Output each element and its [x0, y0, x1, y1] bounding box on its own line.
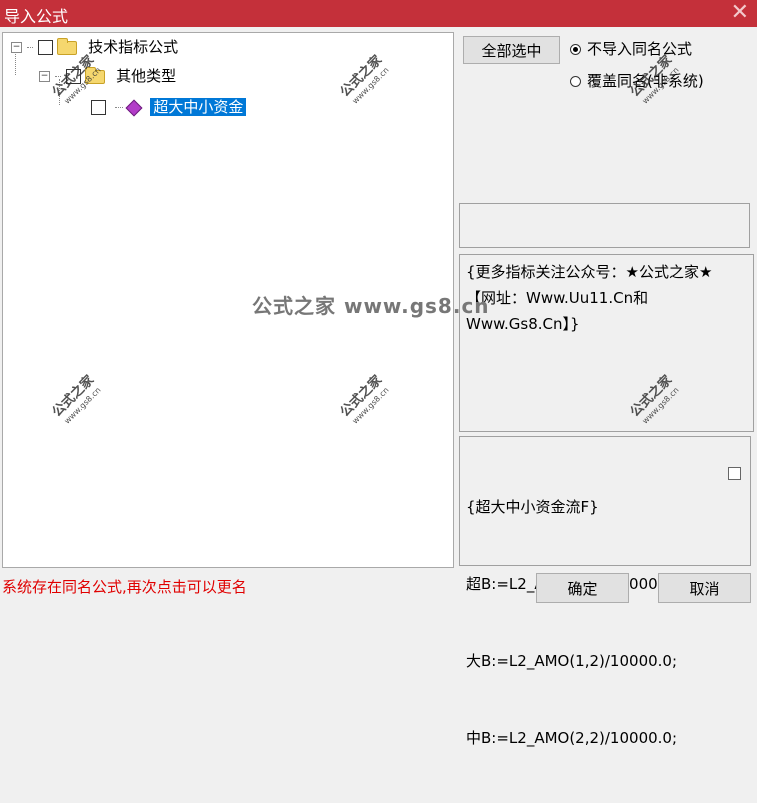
root-checkbox[interactable]	[37, 40, 53, 55]
collapse-icon[interactable]: −	[39, 71, 50, 82]
tree-node-root-label: 技术指标公式	[88, 38, 179, 56]
watermark-center: 公式之家 www.gs8.cn	[252, 294, 490, 318]
radio-no-import-same[interactable]	[570, 44, 581, 55]
folder-icon	[57, 37, 78, 55]
tree-node-formula-label: 超大中小资金	[150, 98, 247, 116]
info-text: {更多指标关注公众号：★公式之家★ 【网址：Www.Uu11.Cn和Www.Gs…	[466, 263, 718, 333]
code-line: 大B:=L2_AMO(1,2)/10000.0;	[466, 652, 678, 670]
collapse-icon[interactable]: −	[11, 42, 22, 53]
tree-node-root[interactable]: − 技术指标公式	[11, 35, 178, 59]
status-message: 系统存在同名公式,再次点击可以更名	[2, 578, 247, 596]
select-all-button[interactable]: 全部选中	[463, 36, 560, 64]
cancel-button[interactable]: 取消	[658, 573, 751, 603]
window-title: 导入公式	[4, 7, 69, 26]
option-no-import-same-label: 不导入同名公式	[587, 40, 693, 58]
code-checkbox[interactable]	[728, 467, 741, 480]
close-icon[interactable]: ✕	[731, 0, 749, 26]
formula-checkbox[interactable]	[91, 100, 106, 115]
code-line: {超大中小资金流F}	[466, 498, 599, 516]
empty-field	[459, 203, 750, 248]
tree-node-formula[interactable]: 超大中小资金	[91, 95, 247, 119]
tree-node-category-label: 其他类型	[116, 67, 177, 85]
title-bar: 导入公式 ✕	[0, 0, 757, 27]
option-no-import-same[interactable]: 不导入同名公式	[570, 38, 692, 60]
info-panel: {更多指标关注公众号：★公式之家★ 【网址：Www.Uu11.Cn和Www.Gs…	[459, 254, 754, 432]
formula-code-panel[interactable]: {超大中小资金流F} 超B:=L2_AMO(0,2)/10000.0; 大B:=…	[459, 436, 751, 747]
code-line: 中B:=L2_AMO(2,2)/10000.0;	[466, 729, 678, 747]
formula-code: {超大中小资金流F} 超B:=L2_AMO(0,2)/10000.0; 大B:=…	[466, 443, 720, 803]
formula-icon	[125, 99, 143, 116]
radio-overwrite-same[interactable]	[570, 76, 581, 87]
ok-button[interactable]: 确定	[536, 573, 629, 603]
